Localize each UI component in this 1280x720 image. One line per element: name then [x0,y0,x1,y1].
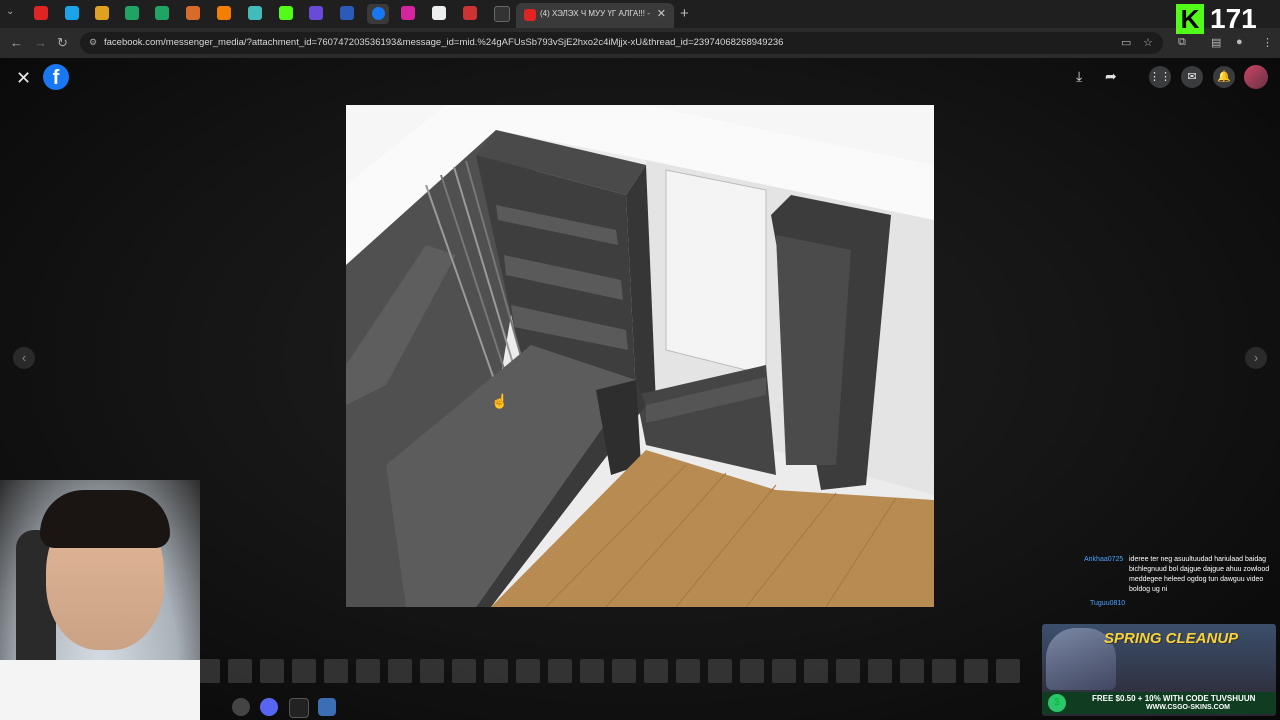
profile-icon[interactable]: ● [1236,36,1243,48]
apps-menu-icon[interactable]: ⋮⋮ [1149,66,1171,88]
thumbnail[interactable] [452,659,476,683]
thumbnail[interactable] [644,659,668,683]
thumbnail[interactable] [548,659,572,683]
thumbnail[interactable] [356,659,380,683]
close-tab-icon[interactable]: ✕ [657,7,666,20]
url-text: facebook.com/messenger_media/?attachment… [104,37,784,48]
thumbnail[interactable] [900,659,924,683]
forward-icon[interactable]: → [34,35,47,50]
tab-favicon-icon[interactable] [432,6,446,20]
stream-chat-overlay: Ankhaa0725 ideree ter neg asuultuudad ha… [1084,555,1274,607]
thumbnail[interactable] [292,659,316,683]
thumbnail[interactable] [420,659,444,683]
viewer-count: 171 [1210,3,1257,34]
thumbnail[interactable] [580,659,604,683]
account-avatar[interactable] [1244,65,1268,89]
tab-instagram-icon[interactable] [401,6,415,20]
thumbnail[interactable] [804,659,828,683]
ad-promo-band: $ FREE $0.50 + 10% WITH CODE TUVSHUUN WW… [1042,692,1276,714]
facebook-logo[interactable]: f [43,64,69,90]
thumbnail[interactable] [740,659,764,683]
thumbnail[interactable] [484,659,508,683]
tab-favicon-icon[interactable] [95,6,109,20]
tab-facebook[interactable] [367,4,389,24]
webcam-shirt [0,660,200,720]
tab-favicon-icon[interactable] [65,6,79,20]
thumbnail[interactable] [516,659,540,683]
discord-taskbar-icon[interactable] [260,698,278,716]
back-icon[interactable]: ← [10,35,23,50]
tab-blogger-icon[interactable] [217,6,231,20]
coin-icon: $ [1048,694,1066,712]
share-icon[interactable]: ➦ [1105,68,1117,85]
url-field[interactable]: ⚙ facebook.com/messenger_media/?attachme… [80,32,1163,54]
thumbnail[interactable] [228,659,252,683]
cast-icon[interactable]: ▭ [1121,36,1131,49]
tab-youtube-icon[interactable] [34,6,48,20]
thumbnail[interactable] [324,659,348,683]
bookmark-star-icon[interactable]: ☆ [1143,36,1153,49]
sidebar-icon[interactable]: ▤ [1211,36,1221,49]
attachment-image: ☝ [346,105,934,607]
ad-website: WWW.CSGO-SKINS.COM [1146,704,1230,711]
thumbnail[interactable] [964,659,988,683]
tab-favicon-icon[interactable] [340,6,354,20]
tab-favicon-icon[interactable] [248,6,262,20]
facebook-tab-icon [372,7,385,20]
next-image-icon[interactable]: › [1245,347,1267,369]
download-icon[interactable]: ⤓ [1076,68,1082,85]
messenger-icon[interactable]: ✉ [1181,66,1203,88]
tab-favicon-icon[interactable] [309,6,323,20]
thumbnail[interactable] [868,659,892,683]
thumbnail[interactable] [708,659,732,683]
kick-viewer-badge: K 171 [1176,3,1280,36]
new-tab-button[interactable]: + [680,5,689,22]
cabinet-render-illustration [346,105,934,607]
thumbnail[interactable] [932,659,956,683]
thumbnail[interactable] [996,659,1020,683]
tab-search-icon[interactable]: ⌄ [6,6,20,20]
thumbnail[interactable] [836,659,860,683]
tab-sheets-icon[interactable] [125,6,139,20]
tab-sheets-icon[interactable] [155,6,169,20]
extensions-icon[interactable]: ⧉ [1178,36,1186,49]
menu-icon[interactable]: ⋮ [1262,36,1273,49]
app-taskbar-icon[interactable] [289,698,309,718]
tab-favicon-icon[interactable] [494,6,510,22]
tab-kick-icon[interactable] [279,6,293,20]
ad-promo-text: FREE $0.50 + 10% WITH CODE TUVSHUUN [1092,694,1256,703]
close-viewer-icon[interactable]: ✕ [16,68,31,89]
active-tab[interactable]: (4) ХЭЛЭХ Ч МУУ ҮГ АЛГА!!! - ✕ [516,3,674,28]
webcam-hair [40,490,170,548]
tab-favicon-icon[interactable] [186,6,200,20]
calculator-taskbar-icon[interactable] [318,698,336,716]
thumbnail-strip [196,659,1036,685]
mouse-cursor-icon: ☝ [491,393,509,409]
thumbnail[interactable] [612,659,636,683]
streamer-webcam [0,480,200,720]
kick-logo: K [1176,4,1204,34]
tab-favicon-icon[interactable] [463,6,477,20]
thumbnail[interactable] [772,659,796,683]
reload-icon[interactable]: ↻ [57,35,68,51]
active-tab-title: (4) ХЭЛЭХ Ч МУУ ҮГ АЛГА!!! - [540,9,650,18]
sponsor-banner: SPRING CLEANUP $ FREE $0.50 + 10% WITH C… [1042,624,1276,716]
address-bar-row: ← → ↻ ⚙ facebook.com/messenger_media/?at… [0,28,1280,58]
thumbnail[interactable] [388,659,412,683]
youtube-icon [524,9,536,21]
chat-username: Tuguu0810 [1090,600,1126,607]
browser-tab-bar: ⌄ (4) ХЭЛЭХ Ч МУУ ҮГ АЛГА!!! - ✕ + [0,0,1280,28]
chat-message: ideree ter neg asuultuudad hariulaad bai… [1129,556,1270,593]
site-info-icon[interactable]: ⚙ [89,37,99,47]
thumbnail[interactable] [676,659,700,683]
notifications-icon[interactable]: 🔔 [1213,66,1235,88]
previous-image-icon[interactable]: ‹ [13,347,35,369]
thumbnail[interactable] [260,659,284,683]
search-taskbar-icon[interactable] [232,698,250,716]
ad-headline: SPRING CLEANUP [1104,630,1239,647]
